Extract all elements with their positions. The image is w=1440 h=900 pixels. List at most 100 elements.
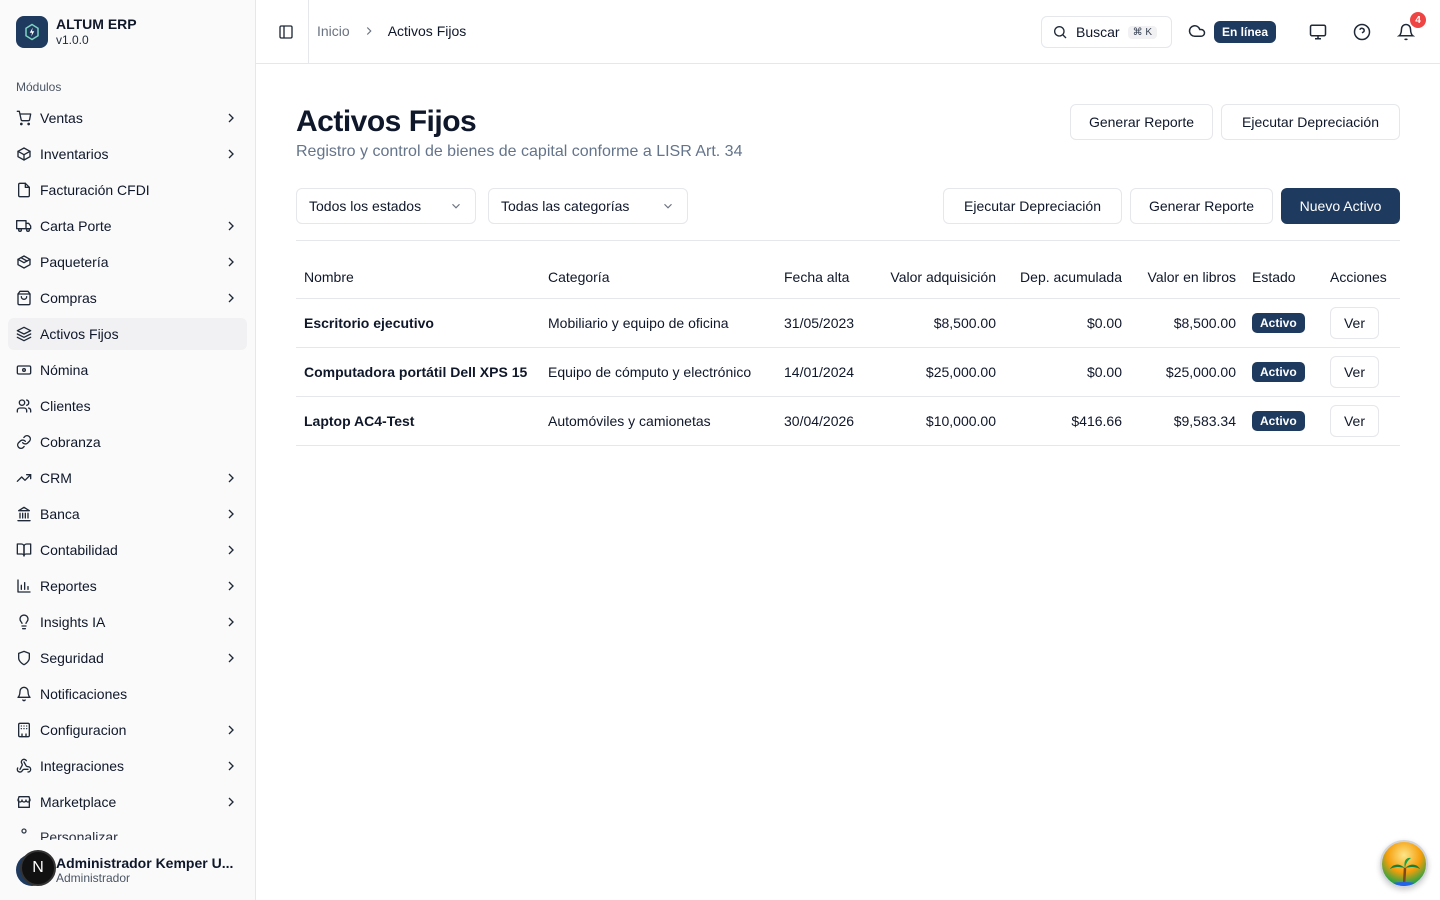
- column-header-name[interactable]: Nombre: [296, 256, 540, 299]
- breadcrumb-home[interactable]: Inicio: [317, 23, 350, 39]
- bank-icon: [16, 506, 32, 522]
- assistant-avatar-button[interactable]: [1380, 840, 1428, 888]
- sidebar-item-label: Paquetería: [40, 254, 109, 270]
- table-row[interactable]: Laptop AC4-Test Automóviles y camionetas 3…: [296, 396, 1400, 446]
- cell-actions: Ver: [1322, 347, 1400, 397]
- sidebar-item-label: Integraciones: [40, 758, 125, 774]
- palm-tree-icon: [1388, 857, 1420, 886]
- column-header-book-value[interactable]: Valor en libros: [1130, 256, 1244, 299]
- search-button[interactable]: Buscar ⌘ K: [1041, 16, 1172, 48]
- category-filter-select[interactable]: Todas las categorías: [488, 188, 688, 224]
- user-menu[interactable]: N Administrador Kemper U... Administrado…: [16, 850, 246, 886]
- sidebar-item-reportes[interactable]: Reportes: [8, 570, 247, 602]
- sidebar-item-insights-ia[interactable]: Insights IA: [8, 606, 247, 638]
- chevron-down-icon: [661, 199, 675, 213]
- chevron-right-icon: [223, 650, 239, 666]
- sidebar-item-label: Reportes: [40, 578, 97, 594]
- sidebar-toggle-icon[interactable]: [276, 22, 296, 42]
- status-badge: Activo: [1252, 312, 1305, 333]
- column-header-acquisition[interactable]: Valor adquisición: [872, 256, 1004, 299]
- box-icon: [16, 254, 32, 270]
- top-header: Inicio Activos Fijos Buscar ⌘ K En línea…: [256, 0, 1440, 64]
- sidebar-item-partial[interactable]: Personalizar: [8, 822, 247, 840]
- sidebar-section-label: Módulos: [16, 80, 62, 94]
- sidebar-item-nomina[interactable]: Nómina: [8, 354, 247, 386]
- sidebar-item-integraciones[interactable]: Integraciones: [8, 750, 247, 782]
- sidebar-item-notificaciones[interactable]: Notificaciones: [8, 678, 247, 710]
- shield-icon: [16, 650, 32, 666]
- sidebar-item-label: Carta Porte: [40, 218, 112, 234]
- category-filter-value: Todas las categorías: [501, 198, 630, 214]
- sidebar-item-compras[interactable]: Compras: [8, 282, 247, 314]
- sidebar-item-label: Activos Fijos: [40, 326, 119, 342]
- column-header-status[interactable]: Estado: [1244, 256, 1322, 299]
- column-header-category[interactable]: Categoría: [540, 256, 776, 299]
- status-filter-select[interactable]: Todos los estados: [296, 188, 476, 224]
- cart-icon: [16, 110, 32, 126]
- view-button[interactable]: Ver: [1330, 355, 1379, 388]
- generate-report-button[interactable]: Generar Reporte: [1130, 188, 1273, 224]
- run-depreciation-button-top[interactable]: Ejecutar Depreciación: [1221, 104, 1400, 140]
- user-initial: N: [20, 850, 56, 886]
- search-icon: [1052, 24, 1068, 40]
- link-icon: [16, 434, 32, 450]
- sidebar-item-label: Facturación CFDI: [40, 182, 150, 198]
- brand-name: ALTUM ERP: [56, 16, 137, 32]
- sidebar-item-label: Marketplace: [40, 794, 117, 810]
- settings-icon: [16, 823, 32, 839]
- sidebar-item-paqueteria[interactable]: Paquetería: [8, 246, 247, 278]
- sidebar-item-cobranza[interactable]: Cobranza: [8, 426, 247, 458]
- store-icon: [16, 794, 32, 810]
- chevron-right-icon: [223, 506, 239, 522]
- help-icon[interactable]: [1352, 22, 1372, 42]
- sidebar-item-marketplace[interactable]: Marketplace: [8, 786, 247, 818]
- trending-up-icon: [16, 470, 32, 486]
- sidebar: ALTUM ERP v1.0.0 Módulos Ventas Inventari…: [0, 0, 256, 900]
- run-depreciation-button[interactable]: Ejecutar Depreciación: [943, 188, 1122, 224]
- cell-actions: Ver: [1322, 298, 1400, 348]
- brand-logo-icon: [16, 16, 48, 48]
- status-badge: En línea: [1214, 21, 1277, 43]
- sidebar-item-contabilidad[interactable]: Contabilidad: [8, 534, 247, 566]
- sidebar-item-activos-fijos[interactable]: Activos Fijos: [8, 318, 247, 350]
- sidebar-item-inventarios[interactable]: Inventarios: [8, 138, 247, 170]
- sidebar-item-label: Contabilidad: [40, 542, 118, 558]
- sidebar-item-crm[interactable]: CRM: [8, 462, 247, 494]
- page-subtitle: Registro y control de bienes de capital …: [296, 143, 743, 160]
- sidebar-item-label: CRM: [40, 470, 72, 486]
- new-asset-button[interactable]: Nuevo Activo: [1281, 188, 1400, 224]
- monitor-icon[interactable]: [1308, 22, 1328, 42]
- table-row[interactable]: Escritorio ejecutivo Mobiliario y equipo …: [296, 298, 1400, 348]
- sidebar-item-label: Compras: [40, 290, 97, 306]
- breadcrumb-current: Activos Fijos: [387, 23, 467, 39]
- chevron-right-icon: [223, 146, 239, 162]
- sidebar-item-configuracion[interactable]: Configuracion: [8, 714, 247, 746]
- chevron-right-icon: [223, 794, 239, 810]
- table-row[interactable]: Computadora portátil Dell XPS 15 Equipo d…: [296, 347, 1400, 397]
- brand-version: v1.0.0: [56, 33, 89, 47]
- chevron-right-icon: [223, 470, 239, 486]
- generate-report-button-top[interactable]: Generar Reporte: [1070, 104, 1213, 140]
- view-button[interactable]: Ver: [1330, 404, 1379, 437]
- sidebar-item-label: Notificaciones: [40, 686, 128, 702]
- cell-status: Activo: [1244, 396, 1322, 446]
- sidebar-item-carta-porte[interactable]: Carta Porte: [8, 210, 247, 242]
- sidebar-item-label: Insights IA: [40, 614, 106, 630]
- sidebar-item-facturacion-cfdi[interactable]: Facturación CFDI: [8, 174, 247, 206]
- sidebar-item-ventas[interactable]: Ventas: [8, 102, 247, 134]
- sidebar-item-label: Clientes: [40, 398, 91, 414]
- column-header-depreciation[interactable]: Dep. acumulada: [1004, 256, 1130, 299]
- view-button[interactable]: Ver: [1330, 306, 1379, 339]
- sidebar-item-banca[interactable]: Banca: [8, 498, 247, 530]
- brand[interactable]: ALTUM ERP v1.0.0: [16, 16, 137, 48]
- chevron-right-icon: [223, 542, 239, 558]
- column-header-date[interactable]: Fecha alta: [776, 256, 872, 299]
- sidebar-item-seguridad[interactable]: Seguridad: [8, 642, 247, 674]
- notification-count-badge: 4: [1410, 12, 1426, 28]
- shopping-bag-icon: [16, 290, 32, 306]
- status-badge: Activo: [1252, 361, 1305, 382]
- cloud-icon: [1188, 22, 1206, 45]
- layers-icon: [16, 326, 32, 342]
- cell-depreciation: $0.00: [1004, 298, 1130, 348]
- sidebar-item-clientes[interactable]: Clientes: [8, 390, 247, 422]
